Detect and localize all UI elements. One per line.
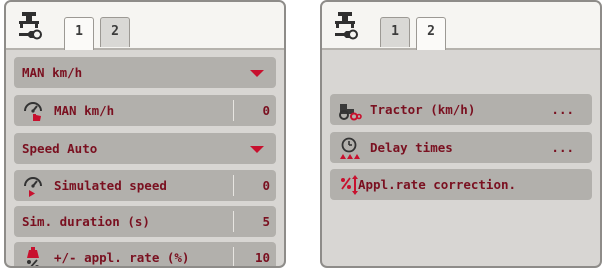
row-value: 0	[262, 103, 270, 118]
appl-rate-row[interactable]: +/- appl. rate (%) 10	[14, 242, 276, 266]
row-value: ...	[551, 140, 574, 155]
value-separator	[233, 175, 234, 196]
row-value: 10	[254, 250, 270, 265]
value-separator	[233, 100, 234, 121]
speed-auto-dropdown[interactable]: Speed Auto	[14, 133, 276, 164]
man-kmh-row[interactable]: MAN km/h 0	[14, 95, 276, 126]
row-label: Sim. duration (s)	[22, 214, 150, 229]
row-value: 5	[262, 214, 270, 229]
row-label: Simulated speed	[54, 178, 167, 193]
man-kmh-dropdown[interactable]: MAN km/h	[14, 57, 276, 88]
tab-1[interactable]: 1	[64, 17, 94, 50]
tractor-kmh-row[interactable]: Tractor (km/h) ...	[330, 94, 592, 125]
value-separator	[233, 247, 234, 266]
tab-2[interactable]: 2	[416, 17, 446, 50]
row-label: MAN km/h	[54, 103, 115, 118]
row-label: Speed Auto	[22, 141, 98, 156]
tool-settings-icon	[335, 12, 358, 40]
row-label: Appl.rate correction.	[358, 177, 517, 192]
setup-screen-right: 1 2 Tractor (km/h) ... Delay times ... A…	[320, 0, 602, 268]
tab-bar: 1 2	[322, 2, 600, 50]
setup-screen-left: 1 2 MAN km/h MAN km/h 0 Speed Auto Simul…	[4, 0, 286, 268]
sim-duration-row[interactable]: Sim. duration (s) 5	[14, 206, 276, 237]
row-label: MAN km/h	[22, 65, 83, 80]
value-separator	[233, 211, 234, 232]
tab-bar: 1 2	[6, 2, 284, 50]
row-label: Delay times	[370, 140, 453, 155]
dropdown-arrow-icon	[250, 146, 264, 153]
clock-triangles-icon	[340, 137, 360, 159]
row-value: 0	[262, 178, 270, 193]
hand-speedometer-icon	[24, 102, 42, 121]
speedometer-play-icon	[24, 177, 42, 197]
row-label: +/- appl. rate (%)	[54, 250, 190, 265]
delay-times-row[interactable]: Delay times ...	[330, 132, 592, 163]
tool-settings-icon	[19, 12, 42, 40]
dropdown-arrow-icon	[250, 70, 264, 77]
simulated-speed-row[interactable]: Simulated speed 0	[14, 170, 276, 201]
weight-percent-icon	[27, 247, 39, 266]
tab-1[interactable]: 1	[380, 17, 410, 47]
row-label: Tractor (km/h)	[370, 102, 476, 117]
tab-2[interactable]: 2	[100, 17, 130, 47]
row-value: ...	[551, 102, 574, 117]
tractor-icon	[339, 104, 362, 121]
appl-rate-correction-row[interactable]: Appl.rate correction.	[330, 169, 592, 200]
